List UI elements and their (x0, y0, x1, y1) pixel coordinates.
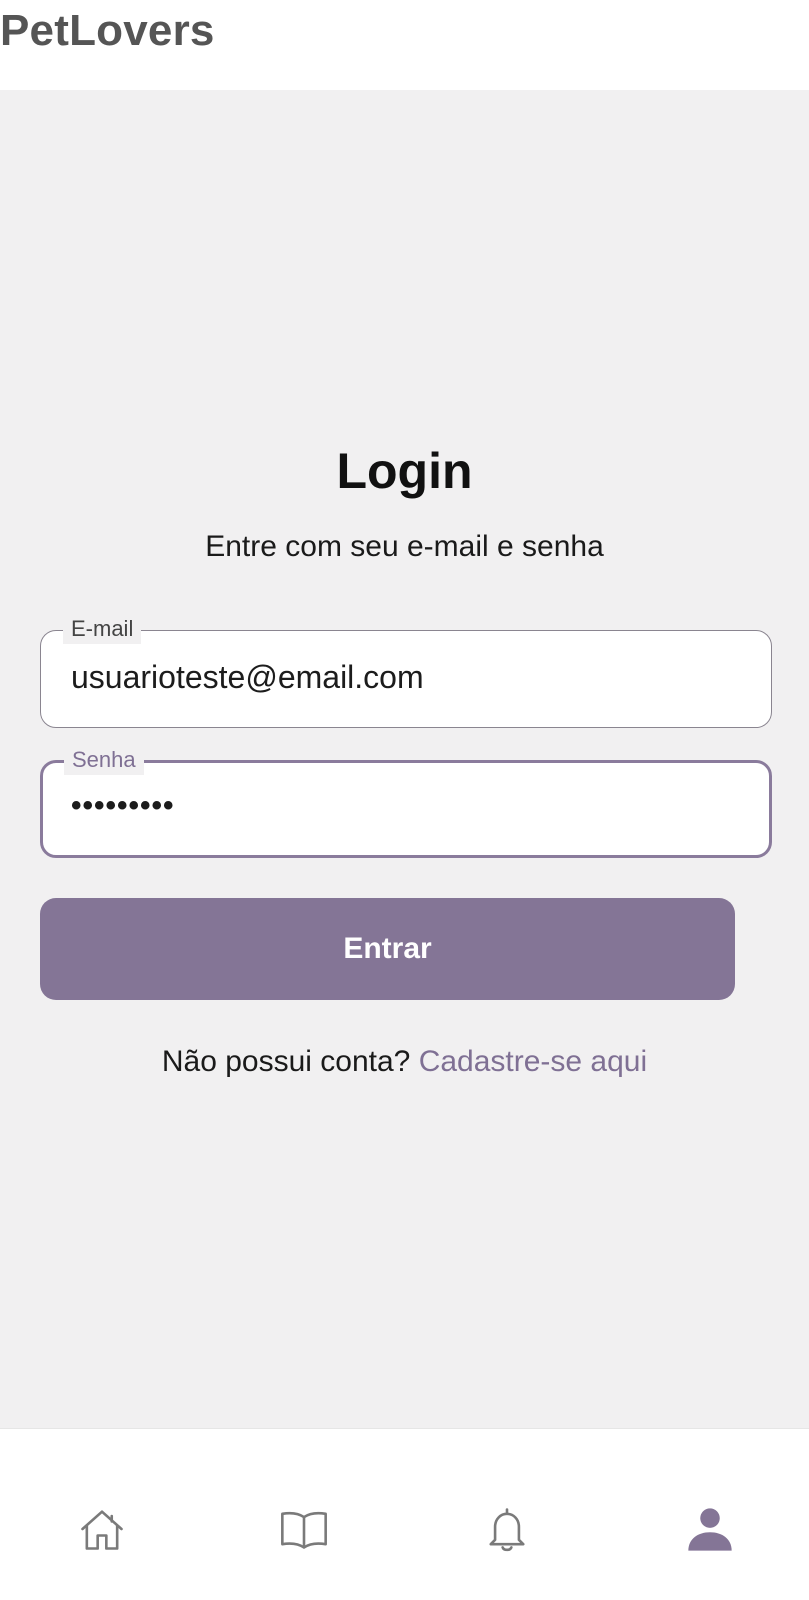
nav-profile-button[interactable] (680, 1499, 740, 1559)
app-title: PetLovers (0, 6, 215, 55)
nav-catalog-button[interactable] (274, 1499, 334, 1559)
top-app-bar: PetLovers (0, 0, 809, 90)
email-field[interactable]: E-mail usuarioteste@email.com (40, 614, 772, 728)
password-field[interactable]: Senha ••••••••• (40, 745, 772, 858)
profile-icon (688, 1508, 732, 1551)
app-root: PetLovers Login Entre com seu e-mail e s… (0, 0, 809, 1600)
signup-prompt: Não possui conta? (161, 1045, 411, 1078)
bottom-navigation (0, 1428, 809, 1600)
login-submit-button[interactable]: Entrar (40, 898, 735, 1000)
email-field-value[interactable]: usuarioteste@email.com (71, 659, 424, 696)
login-screen: Login Entre com seu e-mail e senha E-mai… (0, 90, 809, 1428)
page-title: Login (336, 443, 473, 499)
page-subtitle: Entre com seu e-mail e senha (205, 530, 604, 563)
password-field-value[interactable]: ••••••••• (71, 789, 175, 823)
signup-link[interactable]: Cadastre-se aqui (419, 1045, 647, 1078)
email-field-label: E-mail (63, 614, 142, 644)
signup-row: Não possui conta? Cadastre-se aqui (0, 1045, 809, 1079)
nav-notifications-button[interactable] (477, 1499, 537, 1559)
home-icon (81, 1510, 123, 1550)
bell-icon (489, 1508, 525, 1552)
password-field-label: Senha (64, 745, 144, 775)
nav-home-button[interactable] (72, 1499, 132, 1559)
book-icon (281, 1511, 327, 1549)
